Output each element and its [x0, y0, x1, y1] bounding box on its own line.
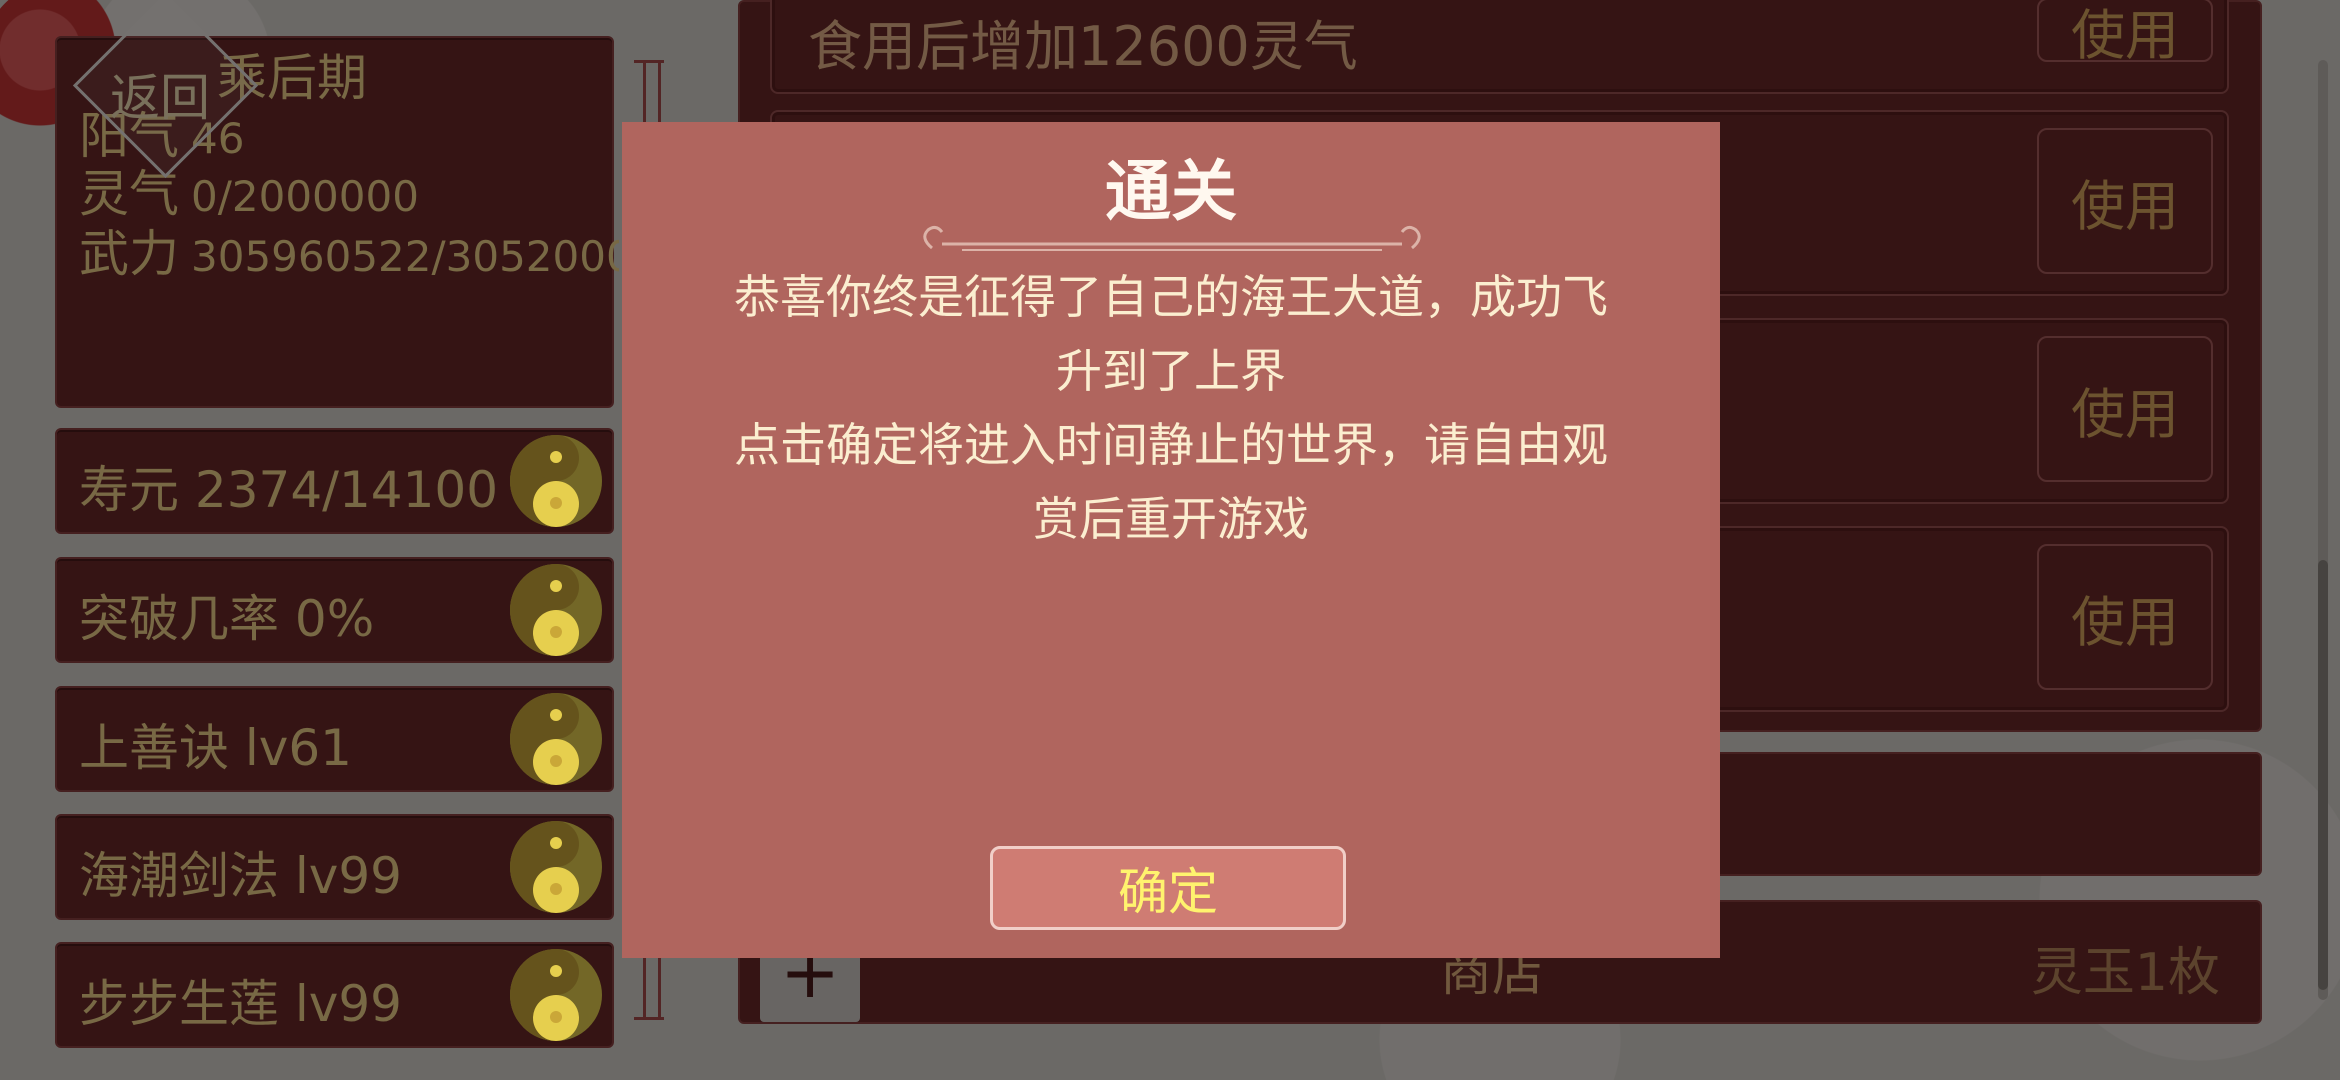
message-line: 点击确定将进入时间静止的世界，请自由观: [734, 418, 1608, 472]
dialog-message: 恭喜你终是征得了自己的海王大道，成功飞 升到了上界 点击确定将进入时间静止的世界…: [692, 260, 1650, 556]
confirm-button[interactable]: 确定: [990, 846, 1346, 930]
title-ornament: [923, 225, 1421, 251]
message-line: 赏后重开游戏: [1033, 492, 1309, 546]
message-line: 恭喜你终是征得了自己的海王大道，成功飞: [734, 270, 1608, 324]
clear-dialog: 通关 恭喜你终是征得了自己的海王大道，成功飞 升到了上界 点击确定将进入时间静止…: [622, 122, 1720, 958]
message-line: 升到了上界: [1056, 344, 1286, 398]
